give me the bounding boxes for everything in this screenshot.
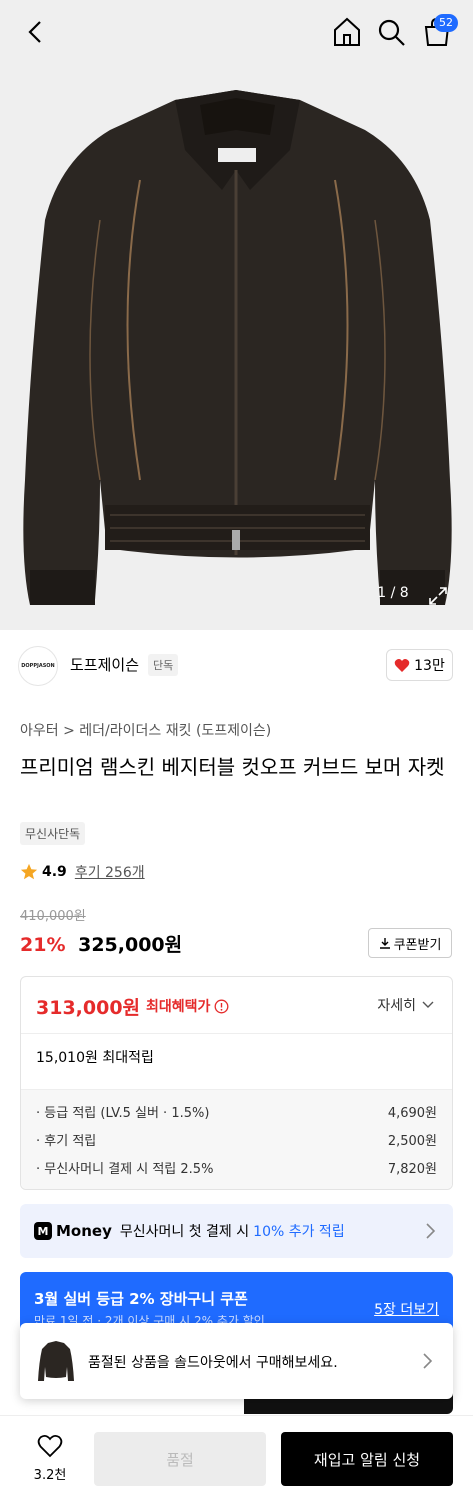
original-price: 410,000원 bbox=[20, 909, 86, 924]
exclusive-badge: 단독 bbox=[148, 654, 179, 676]
benefit-box: 313,000원 최대혜택가 자세히 15,010원 최대적립 · 등급 적립 … bbox=[20, 976, 453, 1190]
breadcrumb-separator: > bbox=[63, 723, 75, 739]
like-count: 13만 bbox=[414, 658, 445, 674]
breadcrumb: 아우터 > 레더/라이더스 재킷 (도프제이슨) bbox=[20, 720, 271, 740]
points-row-value: 2,500원 bbox=[387, 1134, 437, 1149]
max-benefit-price: 313,000원 bbox=[36, 997, 141, 1019]
rating-score: 4.9 bbox=[42, 864, 67, 880]
home-icon[interactable] bbox=[330, 15, 364, 49]
jacket-image bbox=[23, 90, 452, 605]
max-benefit-label: 최대혜택가 bbox=[146, 996, 229, 1016]
image-counter: 1 / 8 bbox=[377, 585, 409, 601]
chevron-right-icon bbox=[426, 1223, 436, 1239]
price-row: 21% 325,000원 bbox=[20, 930, 182, 957]
soldout-message: 품절된 상품을 솔드아웃에서 구매해보세요. bbox=[88, 1355, 338, 1371]
money-highlight: 10% 추가 적립 bbox=[253, 1224, 345, 1240]
discount-rate: 21% bbox=[20, 934, 66, 956]
heart-icon bbox=[394, 658, 410, 672]
wishlist-button[interactable]: 3.2천 bbox=[28, 1434, 72, 1483]
max-benefit-label-text: 최대혜택가 bbox=[146, 999, 211, 1015]
product-image[interactable]: 1 / 8 bbox=[0, 0, 473, 630]
product-thumbnail bbox=[38, 1341, 74, 1381]
money-text: 무신사머니 첫 결제 시 bbox=[119, 1224, 250, 1240]
brand-logo[interactable]: DOPPJASON bbox=[18, 646, 58, 686]
breadcrumb-subcategory[interactable]: 레더/라이더스 재킷 (도프제이슨) bbox=[79, 723, 271, 739]
search-icon[interactable] bbox=[374, 15, 408, 49]
points-row: · 후기 적립 2,500원 bbox=[36, 1130, 437, 1149]
coupon-more-link[interactable]: 5장 더보기 bbox=[374, 1299, 439, 1319]
sale-price: 325,000원 bbox=[78, 934, 183, 956]
points-row-value: 7,820원 bbox=[387, 1162, 437, 1177]
money-logo-icon: M bbox=[34, 1222, 52, 1240]
points-row-value: 4,690원 bbox=[387, 1106, 437, 1121]
musinsa-money-banner[interactable]: M Money 무신사머니 첫 결제 시 10% 추가 적립 bbox=[20, 1204, 453, 1258]
points-row-label: · 무신사머니 결제 시 적립 2.5% bbox=[36, 1162, 214, 1177]
coupon-download-button[interactable]: 쿠폰받기 bbox=[368, 928, 452, 958]
top-bar: 52 bbox=[0, 0, 473, 64]
restock-alert-button[interactable]: 재입고 알림 신청 bbox=[281, 1432, 453, 1486]
wishlist-count: 3.2천 bbox=[33, 1468, 67, 1483]
soldout-popup[interactable]: 품절된 상품을 솔드아웃에서 구매해보세요. bbox=[20, 1323, 453, 1399]
divider bbox=[21, 1033, 452, 1034]
musinsa-exclusive-tag: 무신사단독 bbox=[20, 822, 86, 845]
soldout-button: 품절 bbox=[94, 1432, 266, 1486]
coupon-download-label: 쿠폰받기 bbox=[393, 937, 442, 953]
chevron-right-icon bbox=[423, 1353, 433, 1369]
review-link[interactable]: 후기 256개 bbox=[75, 862, 145, 882]
rating: 4.9 후기 256개 bbox=[20, 862, 145, 882]
breadcrumb-category[interactable]: 아우터 bbox=[20, 723, 59, 739]
info-icon[interactable] bbox=[214, 999, 229, 1014]
points-row-label: · 후기 적립 bbox=[36, 1134, 97, 1149]
brand-row: DOPPJASON 도프제이슨 단독 13만 bbox=[0, 640, 473, 696]
points-row-label: · 등급 적립 (LV.5 실버 · 1.5%) bbox=[36, 1106, 210, 1121]
points-row: · 등급 적립 (LV.5 실버 · 1.5%) 4,690원 bbox=[36, 1102, 437, 1121]
bottom-action-bar: 3.2천 품절 재입고 알림 신청 bbox=[0, 1415, 473, 1500]
star-icon bbox=[20, 863, 38, 880]
cart-count-badge: 52 bbox=[434, 14, 458, 32]
brand-name[interactable]: 도프제이슨 bbox=[70, 654, 139, 675]
max-points: 15,010원 최대적립 bbox=[36, 1050, 154, 1066]
heart-outline-icon bbox=[37, 1434, 63, 1458]
money-brand: Money bbox=[56, 1222, 112, 1240]
download-icon bbox=[379, 938, 390, 949]
expand-icon[interactable] bbox=[428, 586, 448, 606]
benefit-detail-toggle[interactable]: 자세히 bbox=[377, 995, 434, 1015]
like-button[interactable]: 13만 bbox=[386, 649, 453, 681]
coupon-banner-title: 3월 실버 등급 2% 장바구니 쿠폰 bbox=[34, 1290, 248, 1308]
points-breakdown: · 등급 적립 (LV.5 실버 · 1.5%) 4,690원 · 후기 적립 … bbox=[21, 1089, 452, 1189]
back-arrow-icon[interactable] bbox=[20, 16, 52, 48]
points-row: · 무신사머니 결제 시 적립 2.5% 7,820원 bbox=[36, 1158, 437, 1177]
benefit-detail-label: 자세히 bbox=[377, 998, 416, 1014]
product-title: 프리미엄 램스킨 베지터블 컷오프 커브드 보머 자켓 bbox=[20, 755, 445, 779]
chevron-down-icon bbox=[422, 1001, 434, 1008]
